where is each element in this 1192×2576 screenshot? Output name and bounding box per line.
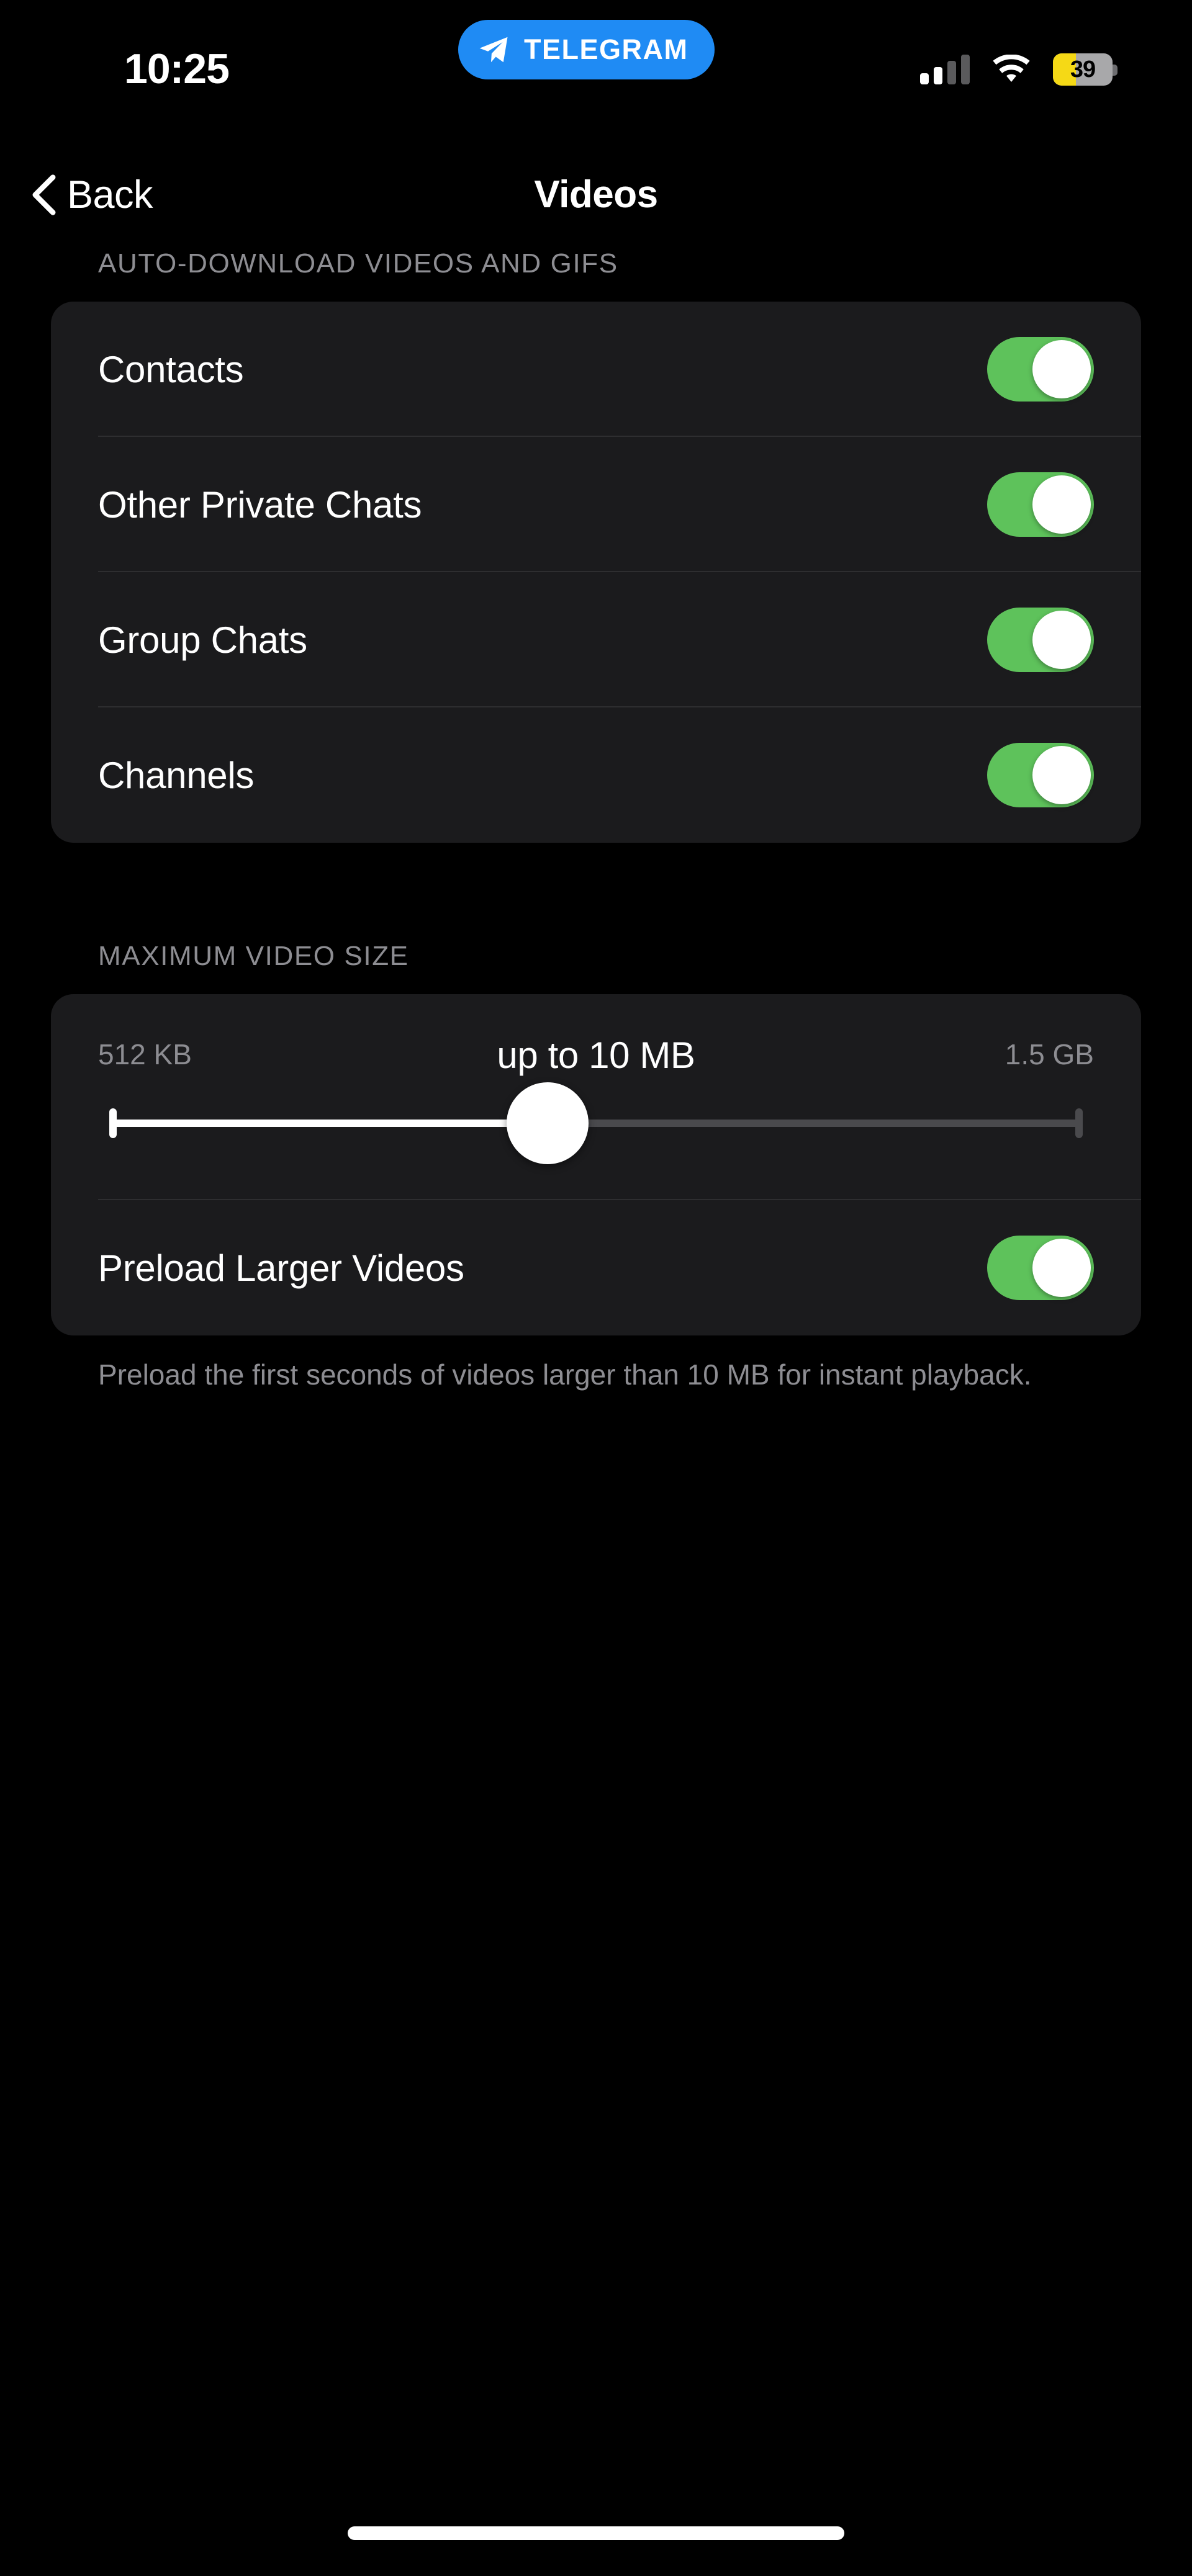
battery-percent-label: 39 [1070, 56, 1096, 83]
slider-filled-track [113, 1120, 548, 1127]
row-channels-label: Channels [98, 754, 255, 796]
settings-content: AUTO-DOWNLOAD VIDEOS AND GIFS Contacts O… [0, 248, 1192, 1394]
page-title: Videos [534, 173, 658, 216]
row-preload-larger-videos-label: Preload Larger Videos [98, 1247, 464, 1289]
section-header-auto-download: AUTO-DOWNLOAD VIDEOS AND GIFS [98, 248, 618, 279]
toggle-knob [1032, 340, 1091, 398]
navigation-bar: Back Videos [0, 155, 1192, 248]
toggle-knob [1032, 475, 1091, 534]
row-other-private-chats[interactable]: Other Private Chats [51, 437, 1141, 572]
slider-thumb[interactable] [507, 1082, 589, 1164]
section-header-maximum-video-size: MAXIMUM VIDEO SIZE [98, 941, 409, 971]
toggle-knob [1032, 611, 1091, 669]
wifi-icon [993, 55, 1030, 82]
toggle-knob [1032, 1239, 1091, 1297]
telegram-app-pill[interactable]: TELEGRAM [458, 20, 715, 79]
row-group-chats[interactable]: Group Chats [51, 572, 1141, 707]
toggle-group-chats[interactable] [987, 608, 1094, 672]
telegram-app-label: TELEGRAM [524, 34, 689, 65]
row-group-chats-label: Group Chats [98, 619, 307, 661]
phone-screen: 10:25 TELEGRAM 39 Back Videos AUTO-DOWNL… [0, 0, 1192, 2576]
section-auto-download: AUTO-DOWNLOAD VIDEOS AND GIFS Contacts O… [0, 248, 1192, 843]
auto-download-card: Contacts Other Private Chats Group Chats… [51, 302, 1141, 843]
row-contacts[interactable]: Contacts [51, 302, 1141, 437]
preload-footnote: Preload the first seconds of videos larg… [98, 1358, 1032, 1391]
row-preload-larger-videos[interactable]: Preload Larger Videos [51, 1200, 1141, 1335]
home-indicator[interactable] [348, 2526, 844, 2540]
status-bar: 10:25 TELEGRAM 39 [0, 0, 1192, 124]
video-size-slider-block: 512 KB up to 10 MB 1.5 GB [51, 994, 1141, 1200]
toggle-knob [1032, 746, 1091, 804]
toggle-contacts[interactable] [987, 337, 1094, 402]
video-size-slider[interactable] [98, 1079, 1094, 1165]
toggle-channels[interactable] [987, 743, 1094, 807]
paper-plane-icon [479, 37, 508, 63]
toggle-preload-larger-videos[interactable] [987, 1236, 1094, 1300]
cellular-signal-icon [920, 55, 970, 84]
slider-tick-max [1075, 1108, 1083, 1138]
toggle-other-private-chats[interactable] [987, 472, 1094, 537]
slider-max-label: 1.5 GB [1005, 1038, 1094, 1070]
row-contacts-label: Contacts [98, 348, 244, 390]
slider-tick-min [109, 1108, 117, 1138]
slider-labels: 512 KB up to 10 MB 1.5 GB [98, 1034, 1094, 1079]
maximum-video-size-card: 512 KB up to 10 MB 1.5 GB Preload Larger… [51, 994, 1141, 1335]
row-other-private-chats-label: Other Private Chats [98, 483, 422, 526]
status-time: 10:25 [124, 45, 230, 92]
battery-icon: 39 [1053, 53, 1118, 86]
section-maximum-video-size: MAXIMUM VIDEO SIZE 512 KB up to 10 MB 1.… [0, 941, 1192, 1394]
row-channels[interactable]: Channels [51, 707, 1141, 843]
status-indicators: 39 [920, 53, 1118, 86]
slider-current-value: up to 10 MB [497, 1034, 695, 1076]
